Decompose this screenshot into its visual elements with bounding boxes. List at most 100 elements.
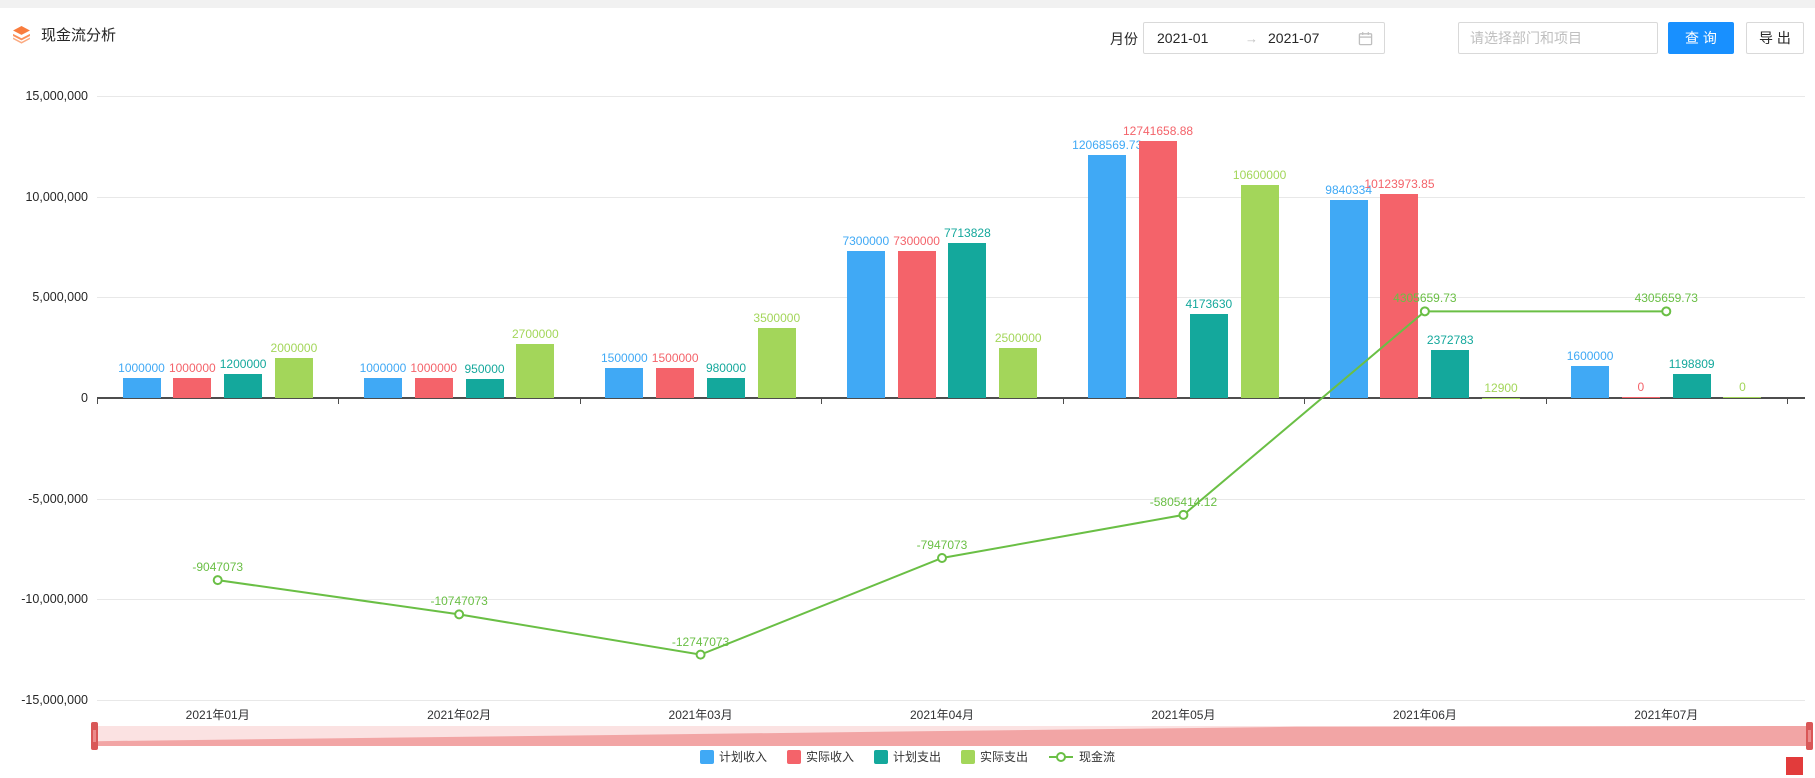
bar-value-label: 2700000 xyxy=(512,327,559,341)
legend-item-plan-income[interactable]: 计划收入 xyxy=(700,748,767,765)
datazoom-handle-left[interactable] xyxy=(91,722,98,750)
bar-value-label: 10600000 xyxy=(1233,168,1286,182)
bar-value-label: 4173630 xyxy=(1185,297,1232,311)
x-axis-tick xyxy=(1063,399,1064,404)
bar-value-label: 1000000 xyxy=(118,361,165,375)
bar-actual-expense[interactable] xyxy=(1482,398,1520,399)
legend-item-plan-expense[interactable]: 计划支出 xyxy=(874,748,941,765)
line-value-label: -7947073 xyxy=(917,538,968,552)
bar-value-label: 12741658.88 xyxy=(1123,124,1193,138)
x-axis-tick xyxy=(338,399,339,404)
cashflow-chart-canvas[interactable]: 15,000,00010,000,0005,000,0000-5,000,000… xyxy=(0,0,1815,778)
x-axis-month-label: 2021年02月 xyxy=(427,706,491,723)
bar-value-label: 1000000 xyxy=(360,361,407,375)
bar-actual-income[interactable] xyxy=(173,378,211,398)
bar-value-label: 7300000 xyxy=(842,234,889,248)
line-value-label: -5805414.12 xyxy=(1150,495,1217,509)
bar-actual-expense[interactable] xyxy=(758,328,796,398)
bar-actual-expense[interactable] xyxy=(1241,185,1279,398)
bar-plan-expense[interactable] xyxy=(707,378,745,398)
grid-line xyxy=(97,197,1805,198)
bar-plan-expense[interactable] xyxy=(1190,314,1228,398)
bar-actual-expense[interactable] xyxy=(999,348,1037,398)
legend-swatch-icon xyxy=(961,750,975,764)
x-axis-tick xyxy=(97,399,98,404)
legend-label: 现金流 xyxy=(1079,748,1115,765)
legend-item-actual-expense[interactable]: 实际支出 xyxy=(961,748,1028,765)
y-axis-tick-label: 10,000,000 xyxy=(2,190,88,204)
datazoom-slider-track[interactable] xyxy=(95,726,1810,746)
bar-actual-income[interactable] xyxy=(1622,397,1660,398)
x-axis-tick xyxy=(821,399,822,404)
bar-value-label: 1600000 xyxy=(1567,349,1614,363)
line-value-label: 4305659.73 xyxy=(1635,291,1698,305)
bar-plan-expense[interactable] xyxy=(466,379,504,398)
bar-value-label: 1000000 xyxy=(410,361,457,375)
y-axis-tick-label: 0 xyxy=(2,391,88,405)
grid-line xyxy=(97,599,1805,600)
bar-value-label: 12900 xyxy=(1484,381,1517,395)
bar-plan-expense[interactable] xyxy=(1673,374,1711,398)
bar-plan-expense[interactable] xyxy=(224,374,262,398)
bar-actual-expense[interactable] xyxy=(275,358,313,398)
bar-value-label: 3500000 xyxy=(753,311,800,325)
bar-value-label: 1200000 xyxy=(220,357,267,371)
bar-plan-expense[interactable] xyxy=(948,243,986,398)
corner-red-badge xyxy=(1786,757,1803,775)
legend-item-cashflow[interactable]: 现金流 xyxy=(1048,748,1115,765)
legend-label: 实际收入 xyxy=(806,748,854,765)
bar-value-label: 0 xyxy=(1638,380,1645,394)
line-value-label: -10747073 xyxy=(430,594,487,608)
bar-plan-expense[interactable] xyxy=(1431,350,1469,398)
bar-value-label: 0 xyxy=(1739,380,1746,394)
bar-actual-income[interactable] xyxy=(415,378,453,398)
chart-legend: 计划收入 实际收入 计划支出 实际支出 现金流 xyxy=(0,748,1815,765)
legend-swatch-icon xyxy=(874,750,888,764)
bar-plan-income[interactable] xyxy=(1571,366,1609,398)
bar-value-label: 1198809 xyxy=(1669,357,1715,371)
bar-value-label: 1000000 xyxy=(169,361,216,375)
legend-label: 计划收入 xyxy=(719,748,767,765)
bar-value-label: 1500000 xyxy=(652,351,699,365)
bar-value-label: 12068569.73 xyxy=(1072,138,1142,152)
grid-line xyxy=(97,499,1805,500)
x-axis-tick xyxy=(1787,399,1788,404)
x-axis-month-label: 2021年07月 xyxy=(1634,706,1698,723)
x-axis-tick xyxy=(580,399,581,404)
x-axis-month-label: 2021年04月 xyxy=(910,706,974,723)
bar-value-label: 2500000 xyxy=(995,331,1042,345)
bar-actual-expense[interactable] xyxy=(516,344,554,398)
y-axis-tick-label: -5,000,000 xyxy=(2,492,88,506)
bar-plan-income[interactable] xyxy=(123,378,161,398)
y-axis-tick-label: 5,000,000 xyxy=(2,290,88,304)
grid-line xyxy=(97,700,1805,701)
bar-value-label: 7300000 xyxy=(893,234,940,248)
line-value-label: -9047073 xyxy=(192,560,243,574)
bar-actual-expense[interactable] xyxy=(1723,397,1761,398)
legend-label: 计划支出 xyxy=(893,748,941,765)
bar-actual-income[interactable] xyxy=(1139,141,1177,398)
x-axis-tick xyxy=(1304,399,1305,404)
bar-plan-income[interactable] xyxy=(364,378,402,398)
x-axis-month-label: 2021年01月 xyxy=(186,706,250,723)
bar-actual-income[interactable] xyxy=(656,368,694,398)
app-window: 现金流分析 月份 → 请选择部门和项目 查 询 导 出 15,000,00010… xyxy=(0,0,1815,778)
bar-plan-income[interactable] xyxy=(1088,155,1126,398)
datazoom-handle-right[interactable] xyxy=(1806,722,1813,750)
legend-label: 实际支出 xyxy=(980,748,1028,765)
bar-value-label: 7713828 xyxy=(944,226,991,240)
grid-line xyxy=(97,96,1805,97)
legend-line-icon xyxy=(1048,750,1074,764)
bar-value-label: 2000000 xyxy=(271,341,318,355)
bar-plan-income[interactable] xyxy=(605,368,643,398)
legend-swatch-icon xyxy=(787,750,801,764)
bar-plan-income[interactable] xyxy=(847,251,885,398)
bar-plan-income[interactable] xyxy=(1330,200,1368,398)
legend-item-actual-income[interactable]: 实际收入 xyxy=(787,748,854,765)
bar-value-label: 950000 xyxy=(465,362,505,376)
bar-value-label: 2372783 xyxy=(1427,333,1474,347)
bar-actual-income[interactable] xyxy=(898,251,936,398)
x-axis-month-label: 2021年03月 xyxy=(669,706,733,723)
bar-value-label: 1500000 xyxy=(601,351,648,365)
x-axis-month-label: 2021年06月 xyxy=(1393,706,1457,723)
